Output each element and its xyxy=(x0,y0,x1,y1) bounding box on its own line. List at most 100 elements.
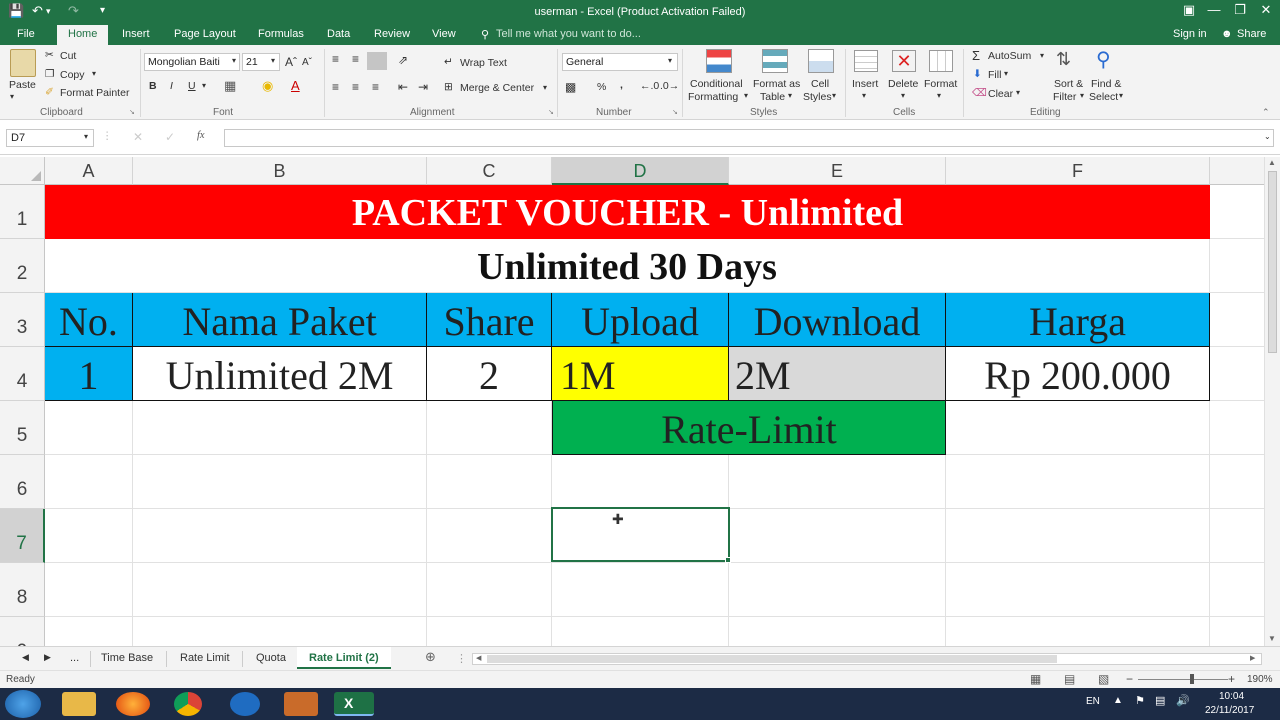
header-harga[interactable]: Harga xyxy=(946,293,1210,347)
font-family-select[interactable]: Mongolian Baiti xyxy=(144,53,240,71)
row-header-6[interactable]: 6 xyxy=(0,455,45,509)
cell-styles-label[interactable]: Styles xyxy=(803,91,832,103)
align-right-icon[interactable]: ≡ xyxy=(372,80,379,94)
header-nama-paket[interactable]: Nama Paket xyxy=(133,293,427,347)
chevron-down-icon[interactable]: ▾ xyxy=(1080,91,1084,100)
new-sheet-icon[interactable]: ⊕ xyxy=(425,649,436,665)
bottom-align-icon[interactable] xyxy=(367,52,387,70)
cell-upload[interactable]: 1M xyxy=(552,347,729,401)
worksheet-grid[interactable]: A B C D E F 1 2 3 4 5 6 7 8 9 PACKET VOU… xyxy=(0,157,1264,646)
app-icon[interactable] xyxy=(284,692,318,716)
cell-nama-paket[interactable]: Unlimited 2M xyxy=(133,347,427,401)
sheet-tab-rate-limit[interactable]: Rate Limit xyxy=(180,652,230,664)
tab-home[interactable]: Home xyxy=(57,25,109,45)
chevron-down-icon[interactable]: ▾ xyxy=(744,91,748,100)
start-button[interactable] xyxy=(5,690,41,718)
tab-formulas[interactable]: Formulas xyxy=(258,28,304,40)
chrome-icon[interactable] xyxy=(174,692,202,716)
cell-share[interactable]: 2 xyxy=(427,347,552,401)
column-header-f[interactable]: F xyxy=(946,157,1210,185)
title-cell[interactable]: PACKET VOUCHER - Unlimited xyxy=(45,185,1210,239)
cell-harga[interactable]: Rp 200.000 xyxy=(946,347,1210,401)
scroll-up-icon[interactable]: ▲ xyxy=(1268,158,1276,167)
currency-icon[interactable]: ▩ xyxy=(565,80,576,94)
sign-in-link[interactable]: Sign in xyxy=(1173,28,1207,40)
underline-button[interactable]: U xyxy=(188,80,196,92)
chevron-down-icon[interactable]: ▾ xyxy=(232,56,236,65)
clear-dropdown-icon[interactable]: ▾ xyxy=(1016,88,1020,97)
merge-center-button[interactable]: Merge & Center xyxy=(460,82,534,94)
column-header-a[interactable]: A xyxy=(45,157,133,185)
scroll-right-icon[interactable]: ▶ xyxy=(1250,654,1255,662)
chevron-down-icon[interactable]: ▾ xyxy=(788,91,792,100)
format-painter-button[interactable]: Format Painter xyxy=(60,87,129,99)
clock-time[interactable]: 10:04 xyxy=(1219,691,1244,702)
insert-cells-button[interactable]: Insert xyxy=(852,78,878,90)
cell-no[interactable]: 1 xyxy=(45,347,133,401)
winbox-icon[interactable] xyxy=(230,692,260,716)
format-as-table-label[interactable]: Table xyxy=(760,91,785,103)
header-download[interactable]: Download xyxy=(729,293,946,347)
number-format-select[interactable]: General xyxy=(562,53,678,71)
wrap-text-button[interactable]: Wrap Text xyxy=(460,57,507,69)
clipboard-launcher-icon[interactable]: ↘ xyxy=(129,108,135,116)
excel-taskbar-icon[interactable]: X xyxy=(334,692,374,716)
column-header-c[interactable]: C xyxy=(427,157,552,185)
grow-font-icon[interactable]: Aˆ xyxy=(285,55,297,69)
collapse-ribbon-icon[interactable]: ⌃ xyxy=(1262,107,1270,118)
format-as-table-button[interactable]: Format as xyxy=(753,78,800,90)
subtitle-cell[interactable]: Unlimited 30 Days xyxy=(45,239,1210,293)
close-button[interactable]: ✕ xyxy=(1253,2,1279,18)
paste-dropdown-icon[interactable]: ▾ xyxy=(10,92,14,101)
chevron-down-icon[interactable]: ▾ xyxy=(832,91,836,100)
percent-button[interactable]: % xyxy=(597,81,606,93)
name-box-dropdown-icon[interactable]: ▾ xyxy=(84,132,88,141)
ribbon-display-icon[interactable]: ▣ xyxy=(1176,2,1202,18)
sheet-tab-more[interactable]: ... xyxy=(70,652,79,664)
name-box[interactable]: D7 xyxy=(6,129,94,147)
volume-icon[interactable]: 🔊 xyxy=(1176,694,1190,707)
tab-review[interactable]: Review xyxy=(374,28,410,40)
zoom-slider[interactable] xyxy=(1138,679,1228,680)
fill-handle[interactable] xyxy=(725,557,731,563)
row-header-8[interactable]: 8 xyxy=(0,563,45,617)
autosum-button[interactable]: AutoSum xyxy=(988,50,1031,62)
comma-button[interactable]: , xyxy=(620,79,623,91)
expand-formula-icon[interactable]: ⌄ xyxy=(1264,132,1271,141)
fill-button[interactable]: Fill xyxy=(988,69,1001,81)
chevron-down-icon[interactable]: ▾ xyxy=(271,56,275,65)
flag-icon[interactable]: ⚑ xyxy=(1135,694,1145,707)
paste-icon[interactable] xyxy=(10,49,36,77)
italic-button[interactable]: I xyxy=(170,80,173,92)
show-hidden-icons-icon[interactable]: ▲ xyxy=(1113,695,1123,706)
page-layout-view-icon[interactable]: ▤ xyxy=(1064,672,1075,686)
cell-download[interactable]: 2M xyxy=(729,347,946,401)
clock-date[interactable]: 22/11/2017 xyxy=(1205,705,1254,716)
fill-dropdown-icon[interactable]: ▾ xyxy=(1004,69,1008,78)
tab-data[interactable]: Data xyxy=(327,28,350,40)
tab-page-layout[interactable]: Page Layout xyxy=(174,28,236,40)
row-header-7[interactable]: 7 xyxy=(0,509,45,563)
align-left-icon[interactable]: ≡ xyxy=(332,80,339,94)
autosum-dropdown-icon[interactable]: ▾ xyxy=(1040,51,1044,60)
network-icon[interactable]: ▤ xyxy=(1155,694,1165,707)
shrink-font-icon[interactable]: Aˇ xyxy=(302,57,312,68)
conditional-formatting-label[interactable]: Formatting xyxy=(688,91,738,103)
copy-dropdown-icon[interactable]: ▾ xyxy=(92,69,96,78)
top-align-icon[interactable]: ≡ xyxy=(332,52,339,66)
tab-view[interactable]: View xyxy=(432,28,456,40)
merge-dropdown-icon[interactable]: ▾ xyxy=(543,83,547,92)
select-all-button[interactable] xyxy=(0,157,45,185)
zoom-out-icon[interactable]: − xyxy=(1126,672,1133,686)
zoom-in-icon[interactable]: + xyxy=(1228,672,1235,686)
number-launcher-icon[interactable]: ↘ xyxy=(672,108,678,116)
fill-color-icon[interactable]: ◉ xyxy=(262,78,273,94)
chevron-down-icon[interactable]: ▾ xyxy=(862,91,866,100)
enter-icon[interactable]: ✓ xyxy=(165,130,175,144)
increase-indent-icon[interactable]: ⇥ xyxy=(418,80,428,94)
normal-view-icon[interactable]: ▦ xyxy=(1030,672,1041,686)
chevron-down-icon[interactable]: ▾ xyxy=(668,56,672,65)
clear-button[interactable]: Clear xyxy=(988,88,1013,100)
row-header-2[interactable]: 2 xyxy=(0,239,45,293)
row-header-1[interactable]: 1 xyxy=(0,185,45,239)
